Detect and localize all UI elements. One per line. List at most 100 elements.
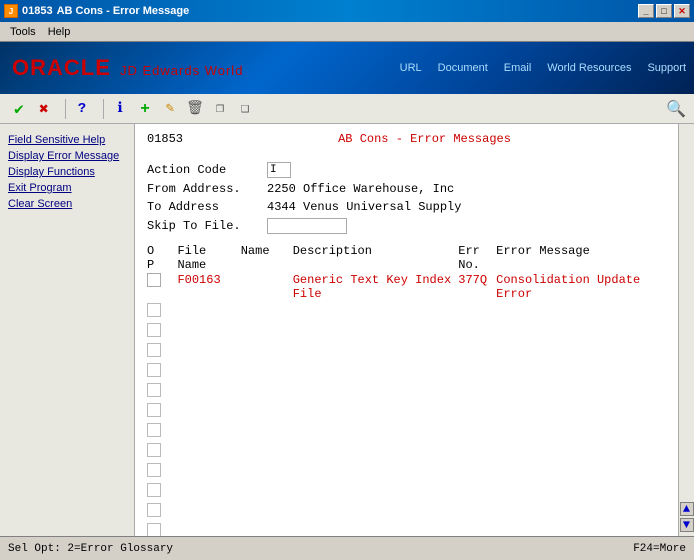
sidebar-item-clear-screen[interactable]: Clear Screen <box>4 196 130 212</box>
action-code-label: Action Code <box>147 163 267 177</box>
empty-selector <box>147 503 161 517</box>
row-description: Generic Text Key Index File <box>293 272 459 302</box>
col-header-file: File <box>177 244 240 258</box>
maximize-button[interactable]: □ <box>656 4 672 18</box>
table-header-row: O File Name Description Err Error Messag… <box>147 244 666 258</box>
table-row <box>147 422 666 442</box>
empty-selector <box>147 343 161 357</box>
main-area: Field Sensitive Help Display Error Messa… <box>0 124 694 536</box>
menubar: Tools Help <box>0 22 694 42</box>
skip-to-file-label: Skip To File. <box>147 219 267 233</box>
header-nav: URL Document Email World Resources Suppo… <box>400 62 686 74</box>
to-address-label: To Address <box>147 200 267 214</box>
titlebar-left: J 01853 AB Cons - Error Message <box>4 4 189 18</box>
paste-button[interactable]: ❑ <box>234 98 256 120</box>
empty-selector <box>147 303 161 317</box>
from-address-row: From Address. 2250 Office Warehouse, Inc <box>147 182 666 196</box>
empty-selector <box>147 363 161 377</box>
toolbar: ✔ ✖ ? ℹ + ✎ 🗑 ❐ ❑ 🔍 <box>0 94 694 124</box>
close-button[interactable]: ✕ <box>674 4 690 18</box>
nav-world-resources[interactable]: World Resources <box>547 62 631 74</box>
statusbar-left: Sel Opt: 2=Error Glossary <box>8 543 173 555</box>
table-row <box>147 382 666 402</box>
col-subheader-name: Name <box>177 258 240 272</box>
skip-to-file-row: Skip To File. <box>147 218 666 234</box>
from-address-value: 2250 Office Warehouse, Inc <box>267 182 454 196</box>
titlebar-buttons: _ □ ✕ <box>638 4 690 18</box>
table-row <box>147 362 666 382</box>
minimize-button[interactable]: _ <box>638 4 654 18</box>
check-button[interactable]: ✔ <box>8 98 30 120</box>
titlebar-title: AB Cons - Error Message <box>57 5 190 17</box>
table-row <box>147 522 666 536</box>
sidebar: Field Sensitive Help Display Error Messa… <box>0 124 135 536</box>
col-header-errmsg: Error Message <box>496 244 666 258</box>
delete-button[interactable]: 🗑 <box>184 98 206 120</box>
table-row <box>147 302 666 322</box>
col-header-err: Err <box>458 244 496 258</box>
to-address-value: 4344 Venus Universal Supply <box>267 200 461 214</box>
nav-support[interactable]: Support <box>647 62 686 74</box>
help-button[interactable]: ? <box>71 98 93 120</box>
nav-url[interactable]: URL <box>400 62 422 74</box>
col-subheader-blank2 <box>241 258 293 272</box>
col-header-description: Description <box>293 244 459 258</box>
table-row <box>147 502 666 522</box>
table-row <box>147 342 666 362</box>
table-row <box>147 482 666 502</box>
action-code-row: Action Code <box>147 162 666 178</box>
menu-tools[interactable]: Tools <box>4 24 42 40</box>
empty-selector <box>147 463 161 477</box>
oracle-brand: ORACLE JD Edwards World <box>12 55 243 81</box>
table-subheader-row: P Name No. <box>147 258 666 272</box>
nav-email[interactable]: Email <box>504 62 532 74</box>
scroll-up-button[interactable]: ▲ <box>680 502 694 516</box>
table-row <box>147 462 666 482</box>
action-code-input[interactable] <box>267 162 291 178</box>
search-icon[interactable]: 🔍 <box>666 99 686 119</box>
skip-to-file-input[interactable] <box>267 218 347 234</box>
table-row <box>147 322 666 342</box>
content-area: 01853 AB Cons - Error Messages Action Co… <box>135 124 678 536</box>
row-name <box>241 272 293 302</box>
empty-selector <box>147 403 161 417</box>
scroll-area: ▲ ▼ <box>678 124 694 536</box>
toolbar-sep-1 <box>60 99 66 119</box>
oracle-logo: ORACLE JD Edwards World <box>12 55 243 81</box>
row-selector[interactable] <box>147 273 161 287</box>
edit-button[interactable]: ✎ <box>159 98 181 120</box>
sidebar-item-display-functions[interactable]: Display Functions <box>4 164 130 180</box>
table-row: F00163 Generic Text Key Index File 377Q … <box>147 272 666 302</box>
col-subheader-p: P <box>147 258 165 272</box>
oracle-red-text: ORACLE <box>12 55 111 80</box>
col-header-name: Name <box>241 244 293 258</box>
data-table: O File Name Description Err Error Messag… <box>147 244 666 536</box>
jde-subtitle: JD Edwards World <box>120 63 243 78</box>
statusbar-right: F24=More <box>633 543 686 555</box>
row-p-cell <box>165 272 177 302</box>
program-number: 01853 <box>147 132 183 146</box>
copy-button[interactable]: ❐ <box>209 98 231 120</box>
empty-selector <box>147 443 161 457</box>
statusbar: Sel Opt: 2=Error Glossary F24=More <box>0 536 694 560</box>
add-button[interactable]: + <box>134 98 156 120</box>
scroll-down-button[interactable]: ▼ <box>680 518 694 532</box>
col-subheader-blank <box>165 258 177 272</box>
row-file: F00163 <box>177 272 240 302</box>
titlebar: J 01853 AB Cons - Error Message _ □ ✕ <box>0 0 694 22</box>
nav-document[interactable]: Document <box>438 62 488 74</box>
sidebar-item-display-error[interactable]: Display Error Message <box>4 148 130 164</box>
menu-help[interactable]: Help <box>42 24 77 40</box>
info-button[interactable]: ℹ <box>109 98 131 120</box>
row-err-no: 377Q <box>458 272 496 302</box>
sidebar-item-field-help[interactable]: Field Sensitive Help <box>4 132 130 148</box>
col-subheader-errmsg2 <box>496 258 666 272</box>
empty-selector <box>147 383 161 397</box>
empty-selector <box>147 423 161 437</box>
col-subheader-blank3 <box>293 258 459 272</box>
row-error-message: Consolidation Update Error <box>496 272 666 302</box>
sidebar-item-exit-program[interactable]: Exit Program <box>4 180 130 196</box>
empty-selector <box>147 523 161 536</box>
app-icon: J <box>4 4 18 18</box>
cancel-button[interactable]: ✖ <box>33 98 55 120</box>
